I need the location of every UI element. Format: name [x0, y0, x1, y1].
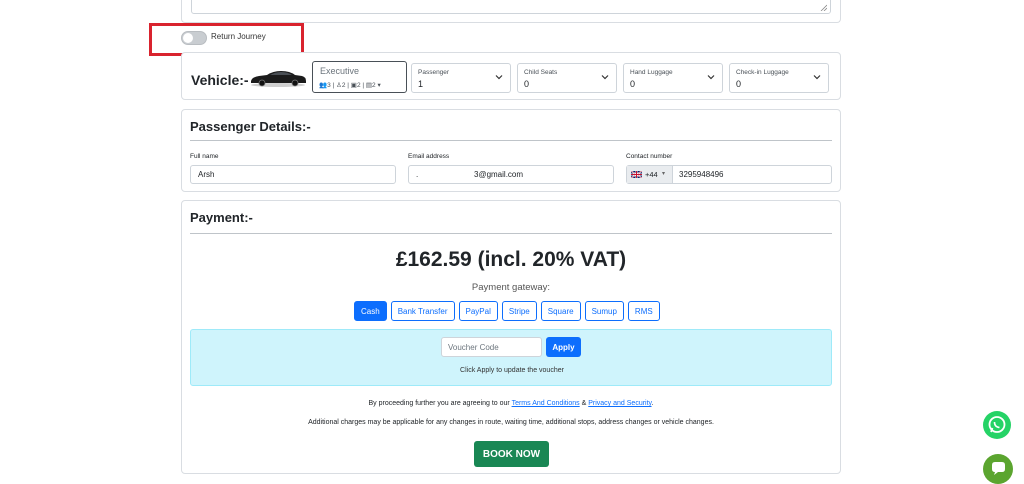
divider	[190, 233, 832, 234]
terms-suffix: .	[651, 400, 654, 407]
passenger-details-card: Passenger Details:- Full name Arsh Email…	[181, 109, 841, 192]
chevron-down-icon	[601, 75, 609, 80]
email-prefix: .	[416, 170, 419, 179]
gateway-stripe-button[interactable]: Stripe	[501, 301, 537, 321]
vehicle-type-name: Executive	[320, 66, 360, 76]
notes-card	[181, 0, 841, 23]
spec-checkin-luggage: 2	[372, 82, 376, 89]
chevron-down-icon	[495, 75, 503, 80]
child-seats-select[interactable]: Child Seats 0	[517, 63, 617, 93]
gateway-cash-button[interactable]: Cash	[354, 301, 387, 321]
checkin-luggage-select[interactable]: Check-in Luggage 0	[729, 63, 829, 93]
chat-bubble-icon	[992, 462, 1005, 475]
additional-charges-note: Additional charges may be applicable for…	[308, 419, 714, 426]
chat-button[interactable]	[983, 454, 1013, 484]
spec-passengers: 3	[327, 82, 331, 89]
car-image	[251, 71, 306, 87]
child-seats-label: Child Seats	[524, 69, 558, 76]
gateway-rms-button[interactable]: RMS	[627, 301, 660, 321]
email-label: Email address	[408, 153, 450, 160]
full-name-input[interactable]: Arsh	[190, 165, 396, 184]
vehicle-type-select[interactable]: Executive 👥3 | ♙2 | ▣2 | ▤2 ▾	[312, 61, 407, 93]
email-input[interactable]: . 3@gmail.com	[408, 165, 614, 184]
passenger-select-value: 1	[418, 79, 424, 89]
checkin-luggage-label: Check-in Luggage	[736, 69, 789, 76]
price-total: £162.59 (incl. 20% VAT)	[395, 248, 627, 271]
terms-and: &	[579, 400, 589, 407]
caret-down-icon: ▾	[377, 82, 381, 89]
chevron-down-icon	[813, 75, 821, 80]
gateway-bank-transfer-button[interactable]: Bank Transfer	[390, 301, 455, 321]
dial-code: +44	[645, 170, 658, 179]
payment-gateway-group: Cash Bank Transfer PayPal Stripe Square …	[354, 301, 660, 321]
terms-prefix: By proceeding further you are agreeing t…	[368, 400, 512, 407]
return-journey-label: Return Journey	[211, 32, 266, 41]
chevron-down-icon	[707, 75, 715, 80]
divider	[190, 140, 832, 141]
gateway-sumup-button[interactable]: Sumup	[584, 301, 624, 321]
uk-flag-icon	[631, 171, 642, 178]
voucher-panel: Voucher Code Apply Click Apply to update…	[190, 329, 832, 386]
full-name-label: Full name	[190, 153, 219, 160]
spec-seats: 2	[341, 82, 346, 89]
spec-hand-luggage: 2	[356, 82, 361, 89]
whatsapp-button[interactable]	[983, 411, 1011, 439]
phone-value: 3295948496	[679, 170, 724, 179]
terms-link[interactable]: Terms And Conditions	[512, 400, 580, 407]
contact-label: Contact number	[626, 153, 673, 160]
country-code-select[interactable]: +44 ▾	[627, 166, 673, 183]
hand-luggage-value: 0	[630, 79, 636, 89]
passenger-select-label: Passenger	[418, 69, 450, 76]
privacy-link[interactable]: Privacy and Security	[588, 400, 651, 407]
gateway-square-button[interactable]: Square	[540, 301, 581, 321]
caret-down-icon: ▾	[662, 171, 666, 177]
voucher-code-input[interactable]: Voucher Code	[441, 337, 542, 357]
vehicle-card: Vehicle:- Executive 👥3 | ♙2 | ▣2 | ▤2 ▾ …	[181, 52, 841, 100]
full-name-value: Arsh	[198, 170, 215, 179]
hand-luggage-label: Hand Luggage	[630, 69, 673, 76]
notes-textarea[interactable]	[191, 0, 831, 14]
vehicle-specs: 👥3 | ♙2 | ▣2 | ▤2 ▾	[319, 82, 381, 89]
passenger-details-title: Passenger Details:-	[190, 119, 311, 134]
payment-gateway-label: Payment gateway:	[471, 282, 551, 293]
resize-grip-icon[interactable]	[820, 4, 827, 11]
passengers-icon: 👥	[319, 82, 328, 89]
hand-luggage-select[interactable]: Hand Luggage 0	[623, 63, 723, 93]
payment-card: Payment:- £162.59 (incl. 20% VAT) Paymen…	[181, 200, 841, 474]
whatsapp-icon	[988, 416, 1006, 433]
voucher-placeholder: Voucher Code	[448, 343, 499, 352]
apply-voucher-button[interactable]: Apply	[546, 337, 581, 357]
voucher-hint: Click Apply to update the voucher	[460, 367, 564, 374]
payment-title: Payment:-	[190, 210, 253, 225]
passenger-select[interactable]: Passenger 1	[411, 63, 511, 93]
book-now-button[interactable]: BOOK NOW	[474, 441, 549, 467]
gateway-paypal-button[interactable]: PayPal	[458, 301, 498, 321]
child-seats-value: 0	[524, 79, 530, 89]
email-value: 3@gmail.com	[474, 170, 524, 179]
phone-input[interactable]: +44 ▾ 3295948496	[626, 165, 832, 184]
vehicle-title: Vehicle:-	[191, 72, 249, 88]
checkin-luggage-value: 0	[736, 79, 742, 89]
return-journey-toggle[interactable]	[181, 31, 207, 45]
terms-notice: By proceeding further you are agreeing t…	[182, 400, 840, 407]
toggle-knob	[183, 33, 193, 43]
